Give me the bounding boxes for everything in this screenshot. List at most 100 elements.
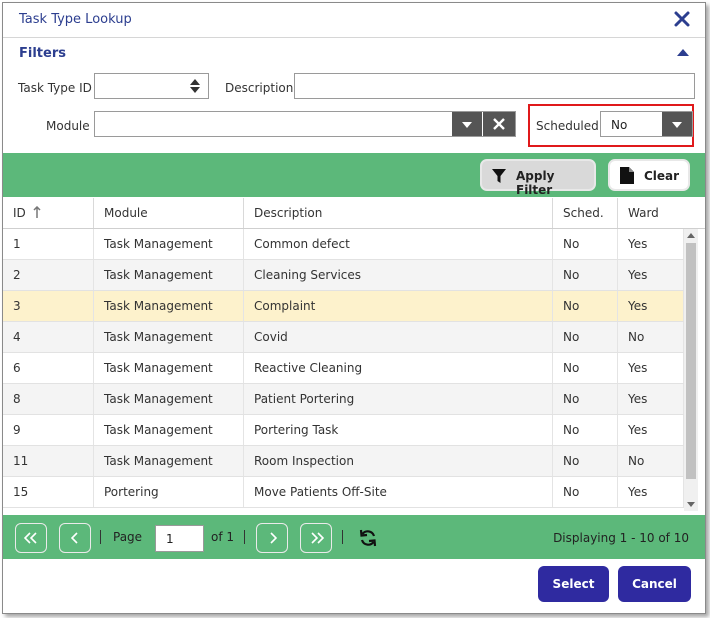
cell-id: 9: [3, 415, 94, 445]
table-row[interactable]: 4 Task Management Covid No No: [3, 322, 684, 353]
pager-separator: [100, 530, 101, 544]
cell-ward: Yes: [618, 384, 684, 414]
clear-button[interactable]: Clear: [608, 159, 690, 191]
cell-sched: No: [553, 415, 618, 445]
table-row[interactable]: 9 Task Management Portering Task No Yes: [3, 415, 684, 446]
document-icon: [620, 167, 634, 184]
description-label: Description: [225, 81, 294, 95]
apply-filter-label: Apply Filter: [516, 169, 555, 197]
dialog-titlebar: Task Type Lookup: [3, 3, 705, 38]
description-input[interactable]: [294, 73, 695, 99]
chevron-down-icon: [462, 122, 472, 128]
cell-id: 2: [3, 260, 94, 290]
cell-sched: No: [553, 477, 618, 507]
scroll-up-icon[interactable]: [687, 233, 695, 238]
column-header-module[interactable]: Module: [94, 198, 244, 228]
column-header-ward[interactable]: Ward: [618, 198, 705, 228]
chevron-left-icon: [71, 532, 78, 544]
scheduled-label: Scheduled: [536, 119, 599, 133]
last-page-button[interactable]: [300, 523, 332, 553]
cell-sched: No: [553, 260, 618, 290]
table-row[interactable]: 1 Task Management Common defect No Yes: [3, 229, 684, 260]
cell-ward: No: [618, 322, 684, 352]
scroll-down-icon[interactable]: [687, 502, 695, 507]
cancel-button[interactable]: Cancel: [618, 566, 691, 602]
filter-action-bar: Apply Filter Clear: [3, 153, 705, 197]
cell-ward: Yes: [618, 353, 684, 383]
close-icon[interactable]: [673, 10, 691, 28]
cell-description: Complaint: [244, 291, 553, 321]
cell-id: 8: [3, 384, 94, 414]
cell-id: 6: [3, 353, 94, 383]
grid-scrollbar[interactable]: [684, 229, 698, 511]
page-number-input[interactable]: 1: [155, 525, 204, 552]
filters-heading: Filters: [19, 46, 66, 61]
cell-ward: No: [618, 446, 684, 476]
clear-x-icon: [493, 118, 505, 130]
cell-description: Cleaning Services: [244, 260, 553, 290]
cell-sched: No: [553, 446, 618, 476]
column-header-id[interactable]: ID: [3, 198, 94, 228]
previous-page-button[interactable]: [59, 523, 91, 553]
scheduled-dropdown-button[interactable]: [662, 112, 692, 136]
cell-ward: Yes: [618, 291, 684, 321]
scheduled-select[interactable]: No: [600, 111, 693, 137]
dialog-title: Task Type Lookup: [19, 12, 132, 27]
table-row[interactable]: 6 Task Management Reactive Cleaning No Yes: [3, 353, 684, 384]
cell-id: 4: [3, 322, 94, 352]
pager-separator: [244, 530, 245, 544]
next-page-button[interactable]: [256, 523, 288, 553]
cell-module: Task Management: [94, 446, 244, 476]
select-button[interactable]: Select: [538, 566, 609, 602]
column-header-id-label: ID: [13, 206, 26, 220]
module-combobox[interactable]: [94, 111, 516, 137]
cell-description: Portering Task: [244, 415, 553, 445]
cell-sched: No: [553, 229, 618, 259]
cell-module: Task Management: [94, 353, 244, 383]
cell-module: Task Management: [94, 415, 244, 445]
page-count-label: of 1: [211, 530, 235, 544]
table-row[interactable]: 11 Task Management Room Inspection No No: [3, 446, 684, 477]
double-chevron-left-icon: [24, 532, 37, 544]
cell-description: Covid: [244, 322, 553, 352]
filter-icon: [492, 169, 506, 183]
table-row[interactable]: 3 Task Management Complaint No Yes: [3, 291, 684, 322]
first-page-button[interactable]: [15, 523, 47, 553]
chevron-down-icon: [672, 122, 682, 128]
cell-description: Room Inspection: [244, 446, 553, 476]
cell-id: 15: [3, 477, 94, 507]
chevron-right-icon: [270, 532, 277, 544]
cell-sched: No: [553, 322, 618, 352]
cell-sched: No: [553, 291, 618, 321]
refresh-icon[interactable]: [359, 529, 377, 547]
scrollbar-thumb[interactable]: [686, 243, 696, 479]
cell-module: Task Management: [94, 291, 244, 321]
cell-module: Task Management: [94, 322, 244, 352]
table-row[interactable]: 2 Task Management Cleaning Services No Yes: [3, 260, 684, 291]
cell-id: 1: [3, 229, 94, 259]
grid-header: ID Module Description Sched. Ward: [3, 198, 705, 229]
cell-description: Move Patients Off-Site: [244, 477, 553, 507]
column-header-description[interactable]: Description: [244, 198, 553, 228]
column-header-sched[interactable]: Sched.: [553, 198, 618, 228]
sort-ascending-icon: [33, 206, 41, 218]
table-row[interactable]: 15 Portering Move Patients Off-Site No Yes: [3, 477, 684, 508]
double-chevron-right-icon: [311, 532, 324, 544]
pager-bar: Page 1 of 1 Displaying 1 - 10 of 10: [3, 515, 705, 559]
apply-filter-button[interactable]: Apply Filter: [480, 159, 596, 197]
scheduled-value: No: [611, 118, 628, 132]
cell-description: Patient Portering: [244, 384, 553, 414]
cell-ward: Yes: [618, 260, 684, 290]
module-dropdown-button[interactable]: [452, 112, 482, 136]
spinner-icon[interactable]: [190, 78, 200, 94]
collapse-filters-icon[interactable]: [677, 49, 689, 56]
task-type-id-label: Task Type ID: [18, 81, 92, 95]
cell-description: Common defect: [244, 229, 553, 259]
task-type-lookup-dialog: Task Type Lookup Filters Task Type ID De…: [2, 2, 706, 614]
module-clear-button[interactable]: [483, 112, 515, 136]
cell-ward: Yes: [618, 415, 684, 445]
cell-id: 3: [3, 291, 94, 321]
task-type-id-input[interactable]: [94, 73, 209, 99]
table-row[interactable]: 8 Task Management Patient Portering No Yes: [3, 384, 684, 415]
cell-description: Reactive Cleaning: [244, 353, 553, 383]
